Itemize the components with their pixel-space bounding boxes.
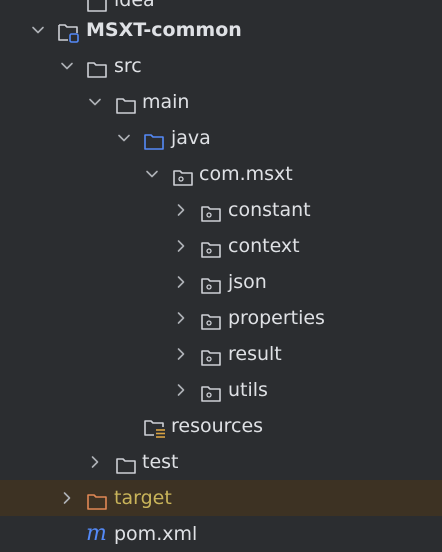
- chevron-right-icon[interactable]: [173, 300, 189, 336]
- tree-item-java[interactable]: java: [0, 120, 442, 156]
- tree-item-label: json: [228, 271, 267, 293]
- tree-item-label: main: [142, 91, 190, 113]
- chevron-down-icon[interactable]: [116, 120, 132, 156]
- chevron-right-icon[interactable]: [87, 444, 103, 480]
- folder-icon: [86, 56, 108, 78]
- chevron-right-icon[interactable]: [173, 336, 189, 372]
- tree-item-label: java: [171, 127, 211, 149]
- package-icon: [200, 344, 222, 366]
- folder-icon: [115, 92, 137, 114]
- tree-item-src[interactable]: src: [0, 48, 442, 84]
- package-icon: [200, 236, 222, 258]
- module-folder-icon: [57, 20, 79, 43]
- tree-item-test[interactable]: test: [0, 444, 442, 480]
- package-icon: [200, 308, 222, 330]
- tree-item-resources[interactable]: resources: [0, 408, 442, 444]
- folder-icon: [115, 452, 137, 474]
- chevron-right-icon[interactable]: [173, 372, 189, 408]
- tree-item-msxt-common[interactable]: MSXT-common: [0, 12, 442, 48]
- package-icon: [200, 200, 222, 222]
- package-icon: [200, 380, 222, 402]
- tree-item-properties[interactable]: properties: [0, 300, 442, 336]
- chevron-down-icon[interactable]: [87, 84, 103, 120]
- chevron-right-icon[interactable]: [173, 264, 189, 300]
- tree-item-main[interactable]: main: [0, 84, 442, 120]
- tree-item-label: test: [142, 451, 179, 473]
- tree-item-label: pom.xml: [114, 523, 198, 545]
- tree-item-label: properties: [228, 307, 325, 329]
- tree-item-label: result: [228, 343, 282, 365]
- tree-item-label: utils: [228, 379, 268, 401]
- tree-item-label: target: [114, 487, 172, 509]
- resources-folder-icon: [143, 416, 165, 438]
- chevron-down-icon[interactable]: [30, 12, 46, 48]
- chevron-right-icon[interactable]: [59, 480, 75, 516]
- maven-file-icon: m: [86, 521, 107, 546]
- source-root-folder-icon: [143, 128, 165, 150]
- excluded-folder-icon: [86, 488, 108, 510]
- tree-item-label: constant: [228, 199, 311, 221]
- package-icon: [172, 164, 194, 186]
- package-icon: [200, 272, 222, 294]
- tree-item-label: com.msxt: [199, 163, 293, 185]
- tree-item-constant[interactable]: constant: [0, 192, 442, 228]
- tree-item-context[interactable]: context: [0, 228, 442, 264]
- tree-item-com-msxt[interactable]: com.msxt: [0, 156, 442, 192]
- folder-icon: [86, 0, 108, 12]
- chevron-down-icon[interactable]: [59, 48, 75, 84]
- tree-item-result[interactable]: result: [0, 336, 442, 372]
- tree-item-utils[interactable]: utils: [0, 372, 442, 408]
- tree-item-label: context: [228, 235, 300, 257]
- tree-item-label: src: [114, 55, 142, 77]
- tree-item-label: resources: [171, 415, 264, 437]
- chevron-down-icon[interactable]: [144, 156, 160, 192]
- tree-item-target[interactable]: target: [0, 480, 442, 516]
- tree-item-label: MSXT-common: [86, 19, 242, 41]
- chevron-right-icon[interactable]: [173, 192, 189, 228]
- project-tree: idea MSXT-common src main java com.msxt …: [0, 0, 442, 551]
- tree-item-json[interactable]: json: [0, 264, 442, 300]
- tree-item-pom-xml[interactable]: m pom.xml: [0, 516, 442, 552]
- chevron-right-icon[interactable]: [173, 228, 189, 264]
